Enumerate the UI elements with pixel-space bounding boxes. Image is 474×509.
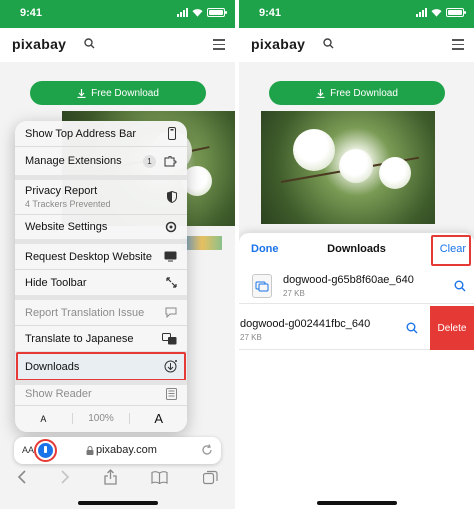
safari-page-menu: Show Top Address Bar Manage Extensions 1… (15, 121, 187, 432)
hamburger-menu-icon[interactable] (213, 39, 225, 53)
lock-icon (86, 446, 94, 455)
status-time: 9:41 (20, 7, 43, 19)
free-download-button[interactable]: Free Download (269, 81, 445, 105)
download-item[interactable]: dogwood-g002441fbc_640 27 KB Delete (239, 306, 474, 350)
hamburger-menu-icon[interactable] (452, 39, 464, 53)
extension-icon (164, 155, 177, 166)
translate-icon (162, 332, 177, 344)
download-icon (316, 88, 325, 98)
menu-item-hide-toolbar[interactable]: Hide Toolbar (15, 270, 187, 295)
home-indicator (316, 501, 397, 505)
search-icon[interactable] (84, 38, 95, 49)
zoom-percent[interactable]: 100% (71, 413, 131, 424)
menu-item-report-translation-issue[interactable]: Report Translation Issue (15, 300, 187, 325)
right-phone-screen: 9:41 pixabay Free Download Done Download… (239, 0, 474, 509)
cellular-signal-icon (177, 8, 188, 17)
shield-icon (167, 191, 177, 203)
battery-icon (207, 8, 227, 17)
menu-item-request-desktop-website[interactable]: Request Desktop Website (15, 244, 187, 269)
file-icon (252, 274, 272, 298)
page-settings-button[interactable]: AA (22, 445, 34, 455)
address-bar[interactable]: AA pixabay.com (14, 437, 221, 464)
wifi-icon (192, 9, 203, 17)
reader-icon (166, 387, 177, 400)
menu-item-manage-extensions[interactable]: Manage Extensions 1 (15, 147, 187, 175)
menu-item-website-settings[interactable]: Website Settings (15, 215, 187, 239)
magnifier-icon[interactable] (406, 322, 418, 334)
bookmarks-icon[interactable] (151, 470, 168, 484)
menu-item-show-reader[interactable]: Show Reader (15, 382, 187, 405)
magnifier-icon[interactable] (454, 280, 466, 292)
arrows-expand-icon (166, 277, 177, 288)
thumbnail-strip (182, 236, 222, 250)
downloads-highlight-box (16, 352, 186, 381)
download-icon (77, 88, 86, 98)
battery-icon (446, 8, 466, 17)
downloads-indicator-highlight (34, 439, 57, 462)
share-icon[interactable] (104, 469, 117, 485)
download-item[interactable]: dogwood-g65b8f60ae_640 27 KB (239, 268, 474, 304)
status-bar: 9:41 (0, 0, 235, 28)
clear-highlight-box (431, 235, 471, 266)
increase-text-size-button[interactable]: A (130, 411, 187, 426)
free-download-label: Free Download (91, 87, 159, 99)
website-settings-gear-icon (165, 221, 177, 233)
desktop-monitor-icon (164, 251, 177, 262)
search-icon[interactable] (323, 38, 334, 49)
address-url: pixabay.com (96, 444, 157, 456)
reload-icon[interactable] (201, 444, 213, 456)
status-bar: 9:41 (239, 0, 474, 28)
menu-item-privacy-report[interactable]: Privacy Report 4 Trackers Prevented (15, 180, 187, 214)
text-zoom-row: A 100% A (15, 405, 187, 432)
bottom-toolbar (0, 466, 235, 488)
wifi-icon (431, 9, 442, 17)
home-indicator (77, 501, 158, 505)
speech-bubble-icon (165, 307, 177, 318)
decrease-text-size-button[interactable]: A (15, 414, 72, 424)
left-phone-screen: 9:41 pixabay Free Download Show Top Addr… (0, 0, 235, 509)
delete-button[interactable]: Delete (430, 306, 474, 350)
forward-chevron-icon[interactable] (61, 470, 70, 484)
back-chevron-icon[interactable] (17, 470, 26, 484)
cellular-signal-icon (416, 8, 427, 17)
tabs-icon[interactable] (202, 470, 218, 485)
site-header: pixabay (239, 28, 474, 62)
menu-item-translate-to-japanese[interactable]: Translate to Japanese (15, 326, 187, 351)
free-download-button[interactable]: Free Download (30, 81, 206, 105)
dogwood-photo (261, 111, 435, 224)
file-size: 27 KB (240, 333, 262, 342)
file-size: 27 KB (283, 289, 305, 298)
file-name: dogwood-g65b8f60ae_640 (283, 274, 414, 286)
site-logo[interactable]: pixabay (12, 36, 66, 52)
gallery-icon (255, 281, 269, 292)
phone-icon (168, 127, 176, 140)
site-logo[interactable]: pixabay (251, 36, 305, 52)
site-header: pixabay (0, 28, 235, 62)
free-download-label: Free Download (330, 87, 398, 99)
status-time: 9:41 (259, 7, 282, 19)
menu-item-show-top-address-bar[interactable]: Show Top Address Bar (15, 121, 187, 146)
file-name: dogwood-g002441fbc_640 (240, 318, 371, 330)
extensions-count-badge: 1 (143, 154, 156, 168)
downloads-sheet: Done Downloads Clear dogwood-g65b8f60ae_… (239, 233, 474, 509)
